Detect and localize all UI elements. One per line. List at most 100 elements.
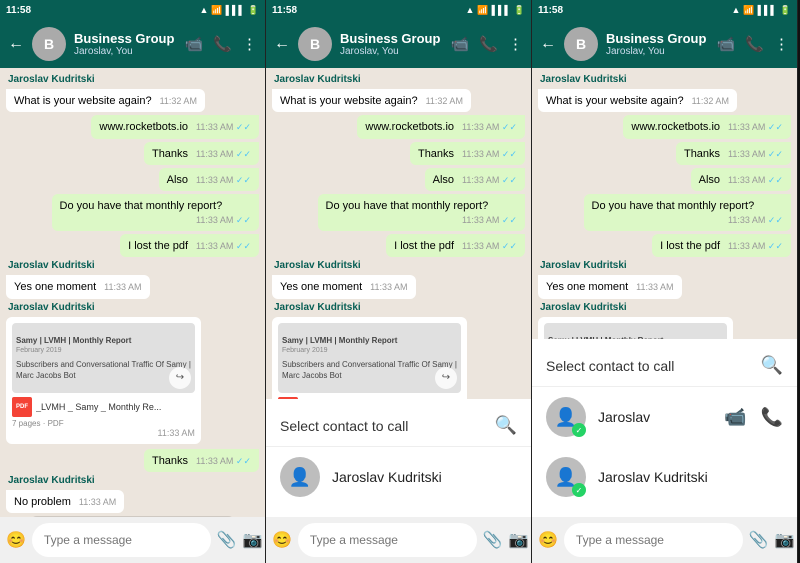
group-avatar: B xyxy=(32,27,66,61)
message-text: Do you have that monthly report? xyxy=(60,200,223,212)
sender-name: Jaroslav Kudritski xyxy=(8,260,259,271)
menu-button[interactable]: ⋮ xyxy=(242,35,257,53)
message-time: 11:33 AM xyxy=(636,282,673,294)
camera-button[interactable]: 📷 xyxy=(509,525,529,555)
message-time: 11:33 AM ✓✓ xyxy=(728,241,783,253)
message-text: Yes one moment xyxy=(14,281,96,293)
contact-avatar: 👤 xyxy=(280,457,320,497)
menu-button[interactable]: ⋮ xyxy=(508,35,523,53)
video-call-contact-button[interactable]: 📹 xyxy=(724,407,746,428)
contact-avatar: 👤 ✓ xyxy=(546,397,586,437)
group-name: Business Group xyxy=(606,31,709,46)
contact-item[interactable]: 👤 Jaroslav Kudritski xyxy=(266,447,531,507)
pdf-icon: PDF xyxy=(12,397,32,417)
sender-name: Jaroslav Kudritski xyxy=(540,74,791,85)
message-bubble-incoming: What is your website again?11:32 AM xyxy=(6,89,205,112)
chat-header: ← B Business Group Jaroslav, You 📹 📞 ⋮ xyxy=(0,20,265,68)
whatsapp-check: ✓ xyxy=(572,483,586,497)
message-time: 11:32 AM xyxy=(692,96,729,108)
message-text: What is your website again? xyxy=(14,95,152,107)
message-text: Do you have that monthly report? xyxy=(326,200,489,212)
read-tick: ✓✓ xyxy=(236,215,251,225)
message-text: What is your website again? xyxy=(280,95,418,107)
back-button[interactable]: ← xyxy=(8,35,24,53)
message-input-bar: 😊 📎 📷 🎤 xyxy=(0,517,265,563)
search-contacts-button[interactable]: 🔍 xyxy=(761,355,783,376)
call-button[interactable]: 📞 xyxy=(745,35,764,53)
contact-name: Jaroslav Kudritski xyxy=(598,469,708,485)
message-input[interactable] xyxy=(564,523,743,557)
emoji-button[interactable]: 😊 xyxy=(6,525,26,555)
message-bubble-incoming: What is your website again?11:32 AM xyxy=(538,89,737,112)
message-text: Thanks xyxy=(152,455,188,467)
camera-button[interactable]: 📷 xyxy=(775,525,795,555)
time: 11:58 xyxy=(272,5,297,16)
call-button[interactable]: 📞 xyxy=(479,35,498,53)
contact-picker-overlay: Select contact to call 🔍 👤 Jaroslav Kudr… xyxy=(266,399,531,517)
read-tick: ✓✓ xyxy=(502,175,517,185)
video-call-button[interactable]: 📹 xyxy=(717,35,736,53)
group-name: Business Group xyxy=(74,31,177,46)
message-input[interactable] xyxy=(298,523,477,557)
contact-item[interactable]: 👤 ✓ Jaroslav 📹📞 xyxy=(532,387,797,447)
attach-button[interactable]: 📎 xyxy=(483,525,503,555)
emoji-button[interactable]: 😊 xyxy=(538,525,558,555)
pdf-name: _LVMH _ Samy _ Monthly Re... xyxy=(36,402,195,412)
sender-name: Jaroslav Kudritski xyxy=(274,302,525,313)
message-bubble-outgoing: Thanks11:33 AM ✓✓ xyxy=(144,142,259,165)
camera-button[interactable]: 📷 xyxy=(243,525,263,555)
wifi-icon: 📶 xyxy=(477,5,488,16)
message-time: 11:33 AM ✓✓ xyxy=(196,122,251,134)
message-bubble-incoming: Yes one moment11:33 AM xyxy=(272,275,416,298)
video-call-button[interactable]: 📹 xyxy=(185,35,204,53)
read-tick: ✓✓ xyxy=(236,241,251,251)
video-call-button[interactable]: 📹 xyxy=(451,35,470,53)
read-tick: ✓✓ xyxy=(768,215,783,225)
message-time: 11:33 AM ✓✓ xyxy=(728,215,783,227)
emoji-button[interactable]: 😊 xyxy=(272,525,292,555)
attach-button[interactable]: 📎 xyxy=(749,525,769,555)
read-tick: ✓✓ xyxy=(768,149,783,159)
attach-button[interactable]: 📎 xyxy=(217,525,237,555)
message-input[interactable] xyxy=(32,523,211,557)
call-contact-button[interactable]: 📞 xyxy=(761,407,783,428)
sender-name: Jaroslav Kudritski xyxy=(274,74,525,85)
message-text: I lost the pdf xyxy=(394,240,454,252)
status-bar: 11:58 ▲ 📶 ▌▌▌ 🔋 xyxy=(266,0,531,20)
group-avatar: B xyxy=(564,27,598,61)
status-icons: ▲ 📶 ▌▌▌ 🔋 xyxy=(732,5,792,16)
network-icon: ▲ xyxy=(200,5,209,15)
message-text: Yes one moment xyxy=(546,281,628,293)
battery-icon: 🔋 xyxy=(514,5,525,16)
call-button[interactable]: 📞 xyxy=(213,35,232,53)
message-input-bar: 😊 📎 📷 🎤 xyxy=(532,517,797,563)
header-actions: 📹 📞 ⋮ xyxy=(717,35,789,53)
contact-item[interactable]: 👤 ✓ Jaroslav Kudritski xyxy=(532,447,797,507)
menu-button[interactable]: ⋮ xyxy=(774,35,789,53)
message-time: 11:33 AM ✓✓ xyxy=(728,122,783,134)
signal-icon: ▌▌▌ xyxy=(226,5,245,15)
message-text: www.rocketbots.io xyxy=(99,121,188,133)
sender-name: Jaroslav Kudritski xyxy=(8,475,259,486)
message-bubble-outgoing: Do you have that monthly report?11:33 AM… xyxy=(584,194,791,231)
pdf-attachment[interactable]: Samy | LVMH | Monthly Report February 20… xyxy=(6,317,201,444)
message-text: Also xyxy=(167,174,188,186)
message-bubble-outgoing: Thanks11:33 AM ✓✓ xyxy=(410,142,525,165)
message-bubble-outgoing: Thanks11:33 AM ✓✓ xyxy=(144,449,259,472)
back-button[interactable]: ← xyxy=(540,35,556,53)
back-button[interactable]: ← xyxy=(274,35,290,53)
message-bubble-outgoing: Also 11:33 AM ✓✓ xyxy=(159,168,259,191)
contact-name: Jaroslav Kudritski xyxy=(332,469,442,485)
read-tick: ✓✓ xyxy=(236,175,251,185)
message-text: www.rocketbots.io xyxy=(631,121,720,133)
read-tick: ✓✓ xyxy=(768,122,783,132)
message-time: 11:33 AM ✓✓ xyxy=(462,122,517,134)
search-contacts-button[interactable]: 🔍 xyxy=(495,415,517,436)
message-time: 11:33 AM ✓✓ xyxy=(196,175,251,187)
message-time: 11:33 AM xyxy=(104,282,141,294)
read-tick: ✓✓ xyxy=(236,149,251,159)
message-bubble-incoming: No problem11:33 AM xyxy=(6,490,124,513)
group-avatar: B xyxy=(298,27,332,61)
message-time: 11:33 AM ✓✓ xyxy=(196,149,251,161)
wifi-icon: 📶 xyxy=(743,5,754,16)
